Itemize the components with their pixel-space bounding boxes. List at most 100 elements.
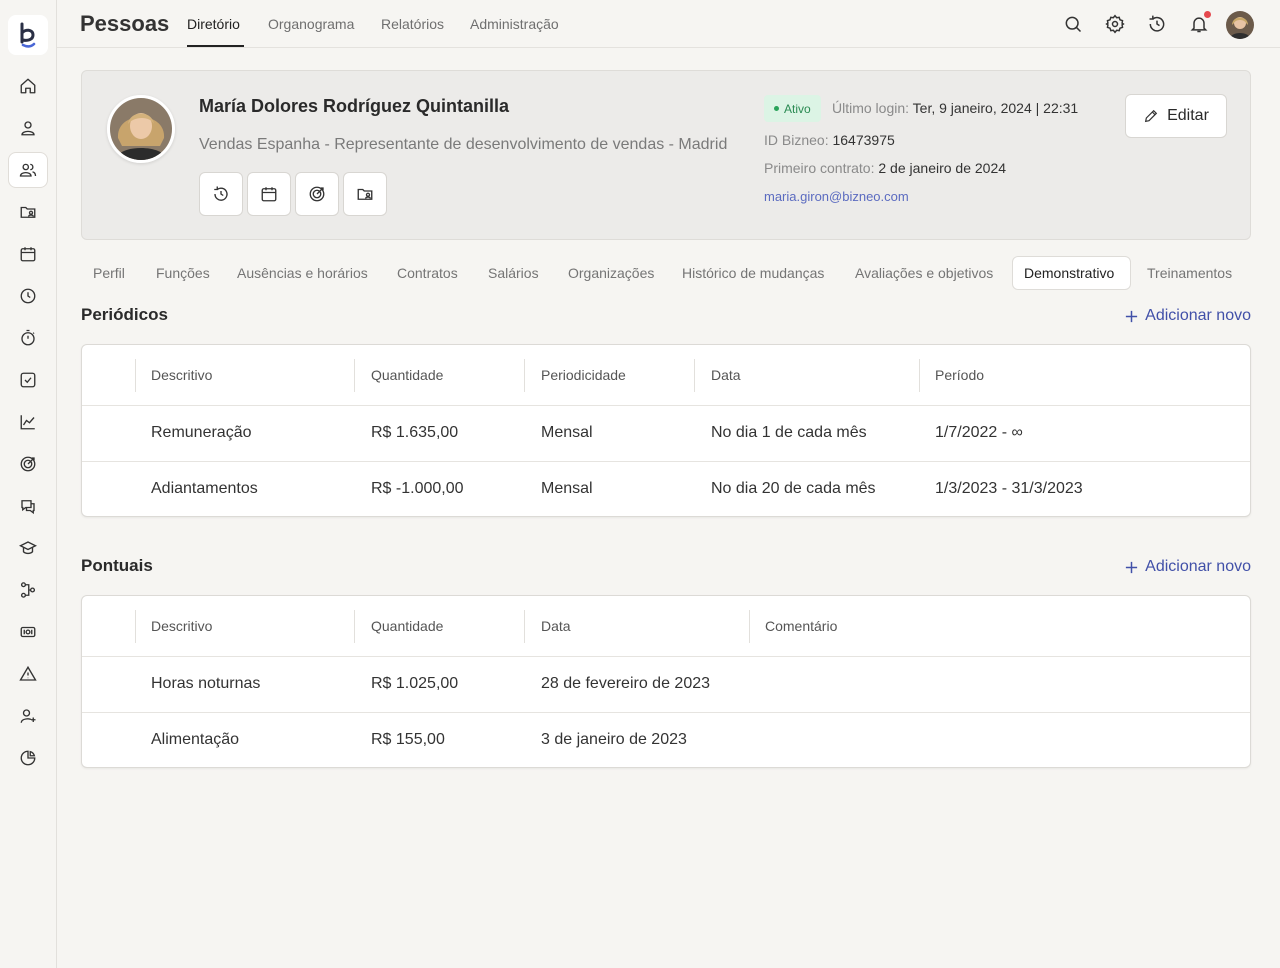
edit-label: Editar bbox=[1167, 107, 1209, 124]
pie-chart-icon[interactable] bbox=[8, 740, 48, 776]
row-divider bbox=[82, 405, 1250, 406]
first-contract-value: 2 de janeiro de 2024 bbox=[878, 160, 1007, 176]
col-header: Periodicidade bbox=[541, 367, 626, 383]
folder-user-icon[interactable] bbox=[8, 194, 48, 230]
history-icon[interactable] bbox=[1145, 12, 1169, 36]
tab-funcoes[interactable]: Funções bbox=[156, 265, 210, 281]
row-divider bbox=[82, 656, 1250, 657]
column-separator bbox=[524, 359, 525, 392]
tab-treinamentos[interactable]: Treinamentos bbox=[1147, 265, 1232, 281]
chart-line-icon[interactable] bbox=[8, 404, 48, 440]
users-icon[interactable] bbox=[8, 152, 48, 188]
column-separator bbox=[135, 610, 136, 643]
col-header: Data bbox=[711, 367, 741, 383]
user-avatar[interactable] bbox=[1226, 11, 1254, 39]
plus-icon bbox=[1124, 560, 1139, 575]
pontuais-add-label: Adicionar novo bbox=[1145, 558, 1251, 575]
first-contract: Primeiro contrato: 2 de janeiro de 2024 bbox=[764, 160, 1006, 176]
graduation-cap-icon[interactable] bbox=[8, 530, 48, 566]
target-icon[interactable] bbox=[8, 446, 48, 482]
periodicos-add-button[interactable]: Adicionar novo bbox=[1124, 307, 1251, 325]
plus-icon bbox=[1124, 309, 1139, 324]
column-separator bbox=[354, 359, 355, 392]
table-cell: Adiantamentos bbox=[151, 480, 258, 497]
bizneo-logo[interactable] bbox=[8, 15, 48, 55]
edit-button[interactable]: Editar bbox=[1125, 94, 1227, 138]
status-badge: Ativo bbox=[764, 95, 821, 122]
pontuais-add-button[interactable]: Adicionar novo bbox=[1124, 558, 1251, 576]
user-icon[interactable] bbox=[8, 110, 48, 146]
col-header: Quantidade bbox=[371, 367, 444, 383]
profile-card: María Dolores Rodríguez Quintanilla Vend… bbox=[81, 70, 1251, 240]
col-header: Comentário bbox=[765, 618, 838, 634]
warning-icon[interactable] bbox=[8, 656, 48, 692]
top-tab-organograma[interactable]: Organograma bbox=[268, 16, 354, 32]
table-cell: 1/3/2023 - 31/3/2023 bbox=[935, 480, 1083, 497]
app-title: Pessoas bbox=[80, 11, 170, 36]
clock-icon[interactable] bbox=[8, 278, 48, 314]
col-header: Descritivo bbox=[151, 367, 213, 383]
col-header: Data bbox=[541, 618, 571, 634]
tab-salarios[interactable]: Salários bbox=[488, 265, 539, 281]
tab-ausencias[interactable]: Ausências e horários bbox=[237, 265, 368, 281]
last-login-value: Ter, 9 janeiro, 2024 | 22:31 bbox=[912, 100, 1079, 116]
col-header: Descritivo bbox=[151, 618, 213, 634]
home-icon[interactable] bbox=[8, 68, 48, 104]
tab-organizacoes[interactable]: Organizações bbox=[568, 265, 654, 281]
calendar-action-button[interactable] bbox=[247, 172, 291, 216]
table-cell: Mensal bbox=[541, 424, 593, 441]
col-header: Período bbox=[935, 367, 985, 383]
table-cell: R$ -1.000,00 bbox=[371, 480, 464, 497]
bizneo-id-value: 16473975 bbox=[832, 132, 895, 148]
last-login: Último login: Ter, 9 janeiro, 2024 | 22:… bbox=[832, 100, 1078, 116]
table-cell: R$ 1.025,00 bbox=[371, 675, 459, 692]
table-cell: Horas noturnas bbox=[151, 675, 261, 692]
bizneo-id-label: ID Bizneo: bbox=[764, 132, 829, 148]
tab-historico[interactable]: Histórico de mudanças bbox=[682, 265, 824, 281]
money-icon[interactable] bbox=[8, 614, 48, 650]
email-link[interactable]: maria.giron@bizneo.com bbox=[764, 189, 909, 204]
chat-icon[interactable] bbox=[8, 488, 48, 524]
top-tab-relatorios[interactable]: Relatórios bbox=[381, 16, 444, 32]
column-separator bbox=[694, 359, 695, 392]
periodicos-title: Periódicos bbox=[81, 305, 168, 324]
history-action-button[interactable] bbox=[199, 172, 243, 216]
column-separator bbox=[749, 610, 750, 643]
bizneo-id: ID Bizneo: 16473975 bbox=[764, 132, 895, 148]
pontuais-title: Pontuais bbox=[81, 556, 153, 575]
column-separator bbox=[524, 610, 525, 643]
periodicos-add-label: Adicionar novo bbox=[1145, 307, 1251, 324]
settings-icon[interactable] bbox=[1103, 12, 1127, 36]
pontuais-table: Descritivo Quantidade Data Comentário Ho… bbox=[81, 595, 1251, 768]
profile-avatar bbox=[107, 95, 175, 163]
timer-icon[interactable] bbox=[8, 320, 48, 356]
top-tab-directorio[interactable]: Diretório bbox=[187, 16, 240, 32]
tab-avaliacoes[interactable]: Avaliações e objetivos bbox=[855, 265, 993, 281]
status-dot bbox=[774, 106, 779, 111]
table-cell: Alimentação bbox=[151, 731, 240, 748]
user-plus-icon[interactable] bbox=[8, 698, 48, 734]
table-cell: No dia 1 de cada mês bbox=[711, 424, 867, 441]
row-divider bbox=[82, 461, 1250, 462]
tab-perfil[interactable]: Perfil bbox=[93, 265, 125, 281]
calendar-icon[interactable] bbox=[8, 236, 48, 272]
table-cell: 28 de fevereiro de 2023 bbox=[541, 675, 711, 692]
row-divider bbox=[82, 712, 1250, 713]
pencil-icon bbox=[1143, 108, 1159, 124]
table-cell: R$ 155,00 bbox=[371, 731, 445, 748]
tab-contratos[interactable]: Contratos bbox=[397, 265, 458, 281]
table-cell: Remuneração bbox=[151, 424, 252, 441]
check-square-icon[interactable] bbox=[8, 362, 48, 398]
last-login-label: Último login: bbox=[832, 100, 910, 116]
tab-demonstrativo[interactable]: Demonstrativo bbox=[1024, 265, 1114, 281]
top-tab-administracao[interactable]: Administração bbox=[470, 16, 559, 32]
target-action-button[interactable] bbox=[295, 172, 339, 216]
person-role: Vendas Espanha - Representante de desenv… bbox=[199, 136, 728, 153]
folder-action-button[interactable] bbox=[343, 172, 387, 216]
org-chart-icon[interactable] bbox=[8, 572, 48, 608]
col-header: Quantidade bbox=[371, 618, 444, 634]
topbar: Pessoas Diretório Organograma Relatórios… bbox=[57, 0, 1280, 48]
table-cell: No dia 20 de cada mês bbox=[711, 480, 876, 497]
search-icon[interactable] bbox=[1061, 12, 1085, 36]
sidebar bbox=[0, 0, 57, 968]
